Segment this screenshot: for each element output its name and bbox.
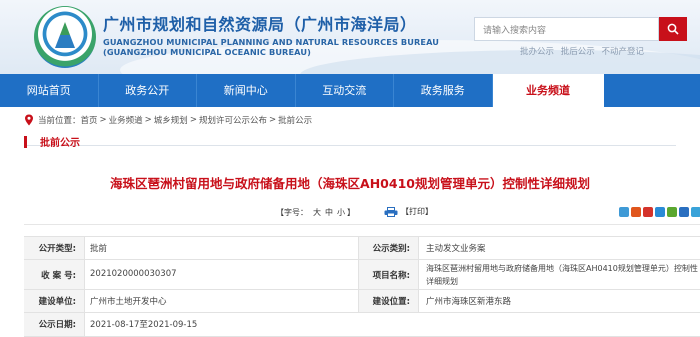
search-box xyxy=(474,17,659,42)
bureau-logo[interactable] xyxy=(34,6,96,68)
search-input[interactable] xyxy=(475,20,658,42)
section-divider xyxy=(24,145,676,146)
breadcrumb-label: 当前位置： xyxy=(38,116,81,126)
value-notice-category: 主动发文业务案 xyxy=(426,244,486,254)
nav-news[interactable]: 新闻中心 xyxy=(197,74,296,107)
print-button[interactable]: 【 打印 】 xyxy=(384,206,433,217)
share-renren-icon[interactable] xyxy=(655,207,665,217)
value-case-number: 2021020000030307 xyxy=(90,269,177,279)
value-location: 广州市海珠区新港东路 xyxy=(426,297,512,307)
printer-icon xyxy=(384,206,398,217)
breadcrumb-business[interactable]: 业务频道 xyxy=(109,114,143,126)
key-case-number: 收 案 号: xyxy=(41,271,76,281)
user-links: 批办公示 批后公示 不动产登记 xyxy=(520,45,648,57)
site-title-en-line2: (GUANGZHOU MUNICIPAL OCEANIC BUREAU) xyxy=(103,47,311,57)
key-project-name: 项目名称: xyxy=(372,271,410,281)
location-pin-icon xyxy=(25,114,33,126)
value-project-name-line2: 详细规划 xyxy=(426,277,458,286)
font-size-medium[interactable]: 中 xyxy=(325,207,333,218)
link-real-estate[interactable]: 不动产登记 xyxy=(601,47,644,57)
font-size-large[interactable]: 大 xyxy=(313,207,321,218)
nav-gov-affairs[interactable]: 政务公开 xyxy=(99,74,197,107)
font-size-small[interactable]: 小 xyxy=(337,207,345,218)
nav-business[interactable]: 业务频道 xyxy=(492,74,604,107)
key-publish-type: 公开类型: xyxy=(38,244,76,254)
key-notice-period: 公示日期: xyxy=(38,320,76,330)
share-tencent-weibo-icon[interactable] xyxy=(643,207,653,217)
breadcrumb: 当前位置： 首页 > 业务频道 > 城乡规划 > 规划许可公示公布 > 批前公示 xyxy=(24,114,312,126)
share-wechat-icon[interactable] xyxy=(667,207,677,217)
link-pre-approval[interactable]: 批办公示 xyxy=(520,47,554,57)
article-title: 海珠区琶洲村留用地与政府储备用地（海珠区AH0410规划管理单元）控制性详细规划 xyxy=(110,176,590,191)
share-more-icon[interactable] xyxy=(691,207,700,217)
breadcrumb-home[interactable]: 首页 xyxy=(81,114,98,126)
section-title: 批前公示 xyxy=(40,138,80,149)
share-weibo-icon[interactable] xyxy=(631,207,641,217)
value-notice-period: 2021-08-17至2021-09-15 xyxy=(90,320,198,330)
value-publish-type: 批前 xyxy=(90,244,108,254)
nav-interaction[interactable]: 互动交流 xyxy=(296,74,394,107)
nav-services[interactable]: 政务服务 xyxy=(394,74,493,107)
main-nav: 网站首页 政务公开 新闻中心 互动交流 政务服务 业务频道 xyxy=(0,74,700,107)
share-douban-icon[interactable] xyxy=(679,207,689,217)
breadcrumb-pre-approval[interactable]: 批前公示 xyxy=(278,114,312,126)
nav-home[interactable]: 网站首页 xyxy=(0,74,99,107)
site-title-cn: 广州市规划和自然资源局（广州市海洋局） xyxy=(103,15,417,34)
link-post-approval[interactable]: 批后公示 xyxy=(561,47,595,57)
breadcrumb-permit-notice[interactable]: 规划许可公示公布 xyxy=(199,114,267,126)
font-size-label: 字号： xyxy=(284,208,308,217)
section-marker xyxy=(24,136,27,148)
key-notice-category: 公示类别: xyxy=(372,244,410,254)
search-button[interactable] xyxy=(659,17,687,41)
key-developer: 建设单位: xyxy=(38,297,76,307)
toolbar-divider xyxy=(24,224,700,225)
search-icon xyxy=(667,23,679,35)
value-project-name-line1: 海珠区琶洲村留用地与政府储备用地（海珠区AH0410规划管理单元）控制性 xyxy=(426,264,698,273)
key-location: 建设位置: xyxy=(372,297,410,307)
print-label: 打印 xyxy=(409,207,425,216)
site-title-en-line1: GUANGZHOU MUNICIPAL PLANNING AND NATURAL… xyxy=(103,37,440,47)
value-developer: 广州市土地开发中心 xyxy=(90,297,167,307)
breadcrumb-urban-planning[interactable]: 城乡规划 xyxy=(154,114,188,126)
font-size-toolbar: 【 字号： 大 中 小 】 xyxy=(276,207,355,218)
share-bar xyxy=(619,207,700,217)
share-qzone-icon[interactable] xyxy=(619,207,629,217)
